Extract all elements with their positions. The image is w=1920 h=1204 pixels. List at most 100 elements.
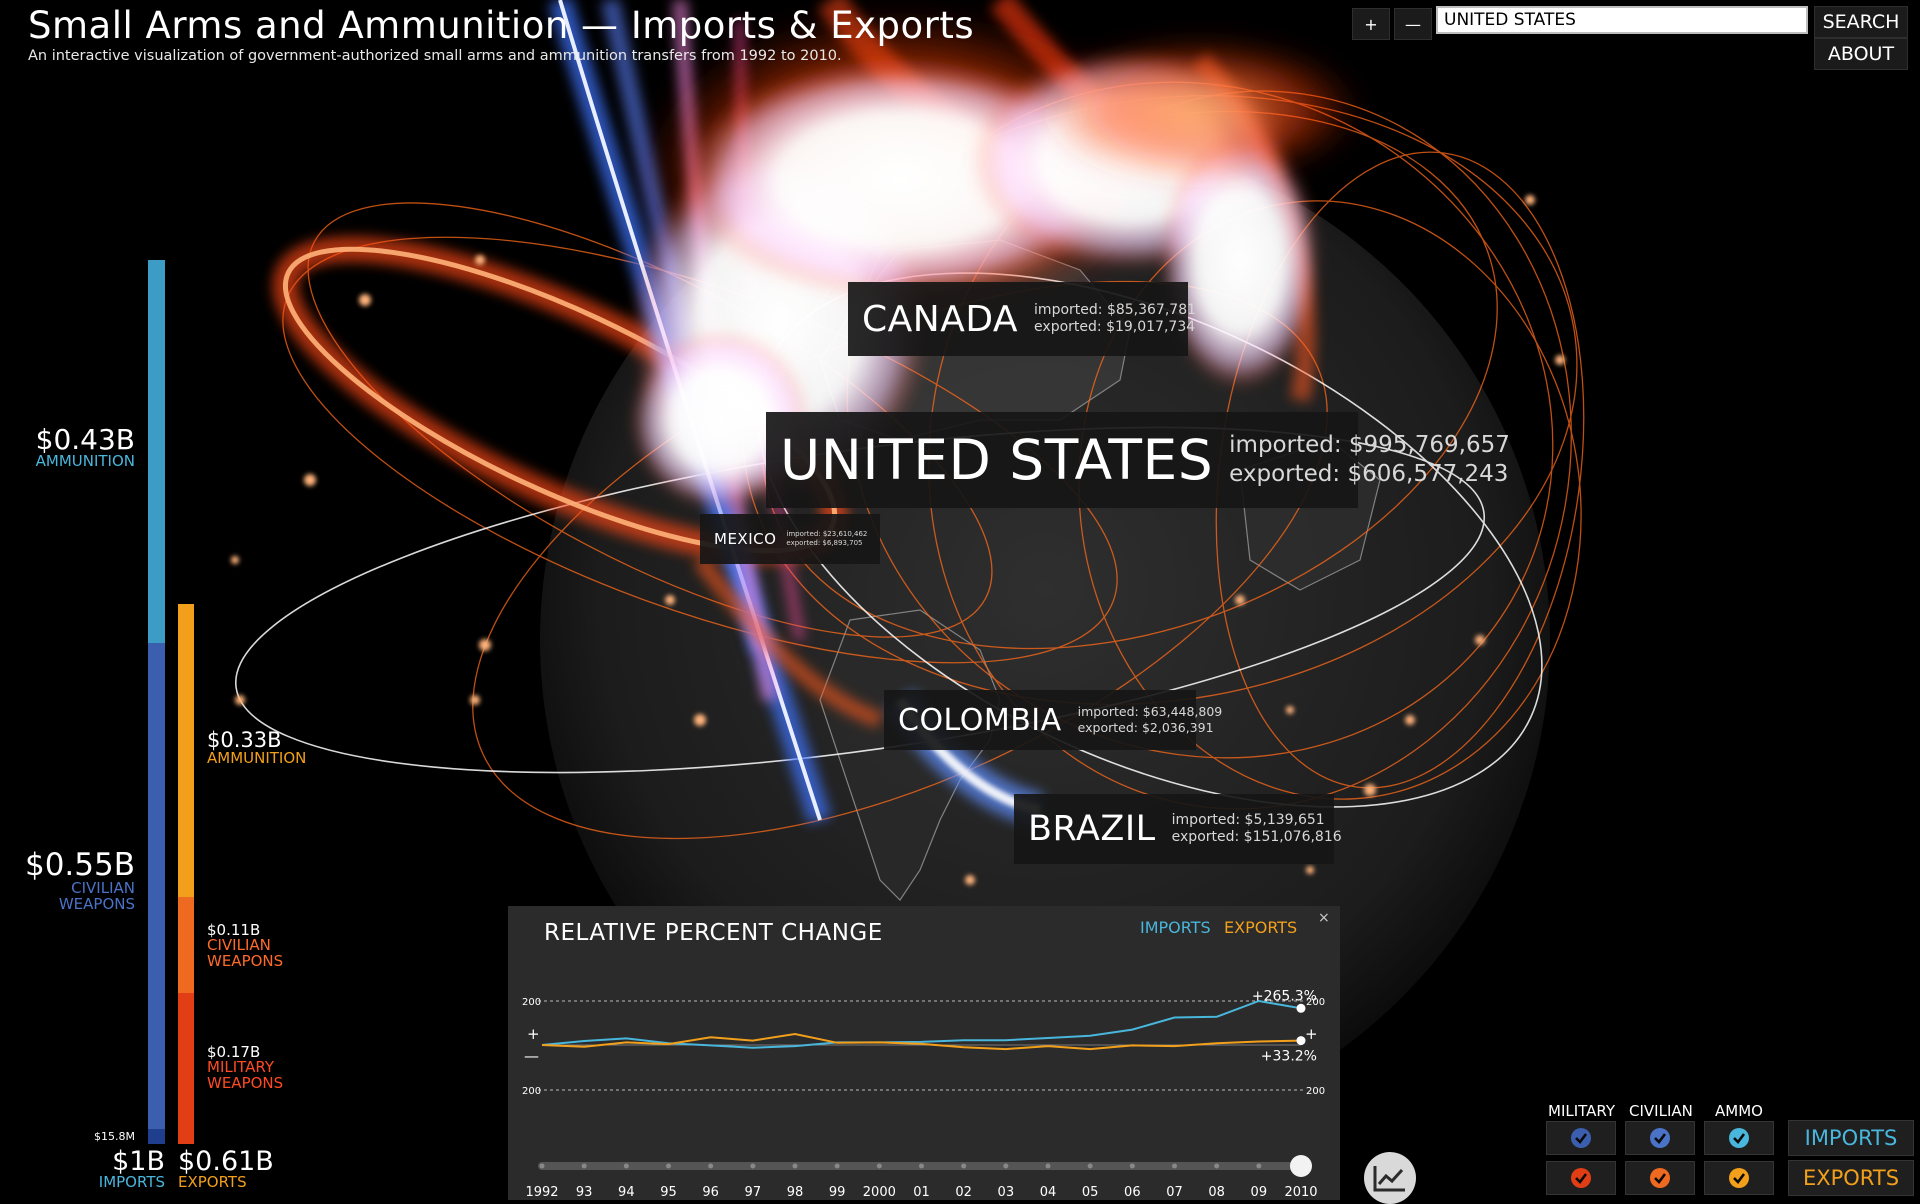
country-imported: imported: $63,448,809 xyxy=(1078,704,1223,719)
exports-military-segment[interactable] xyxy=(178,993,194,1144)
exports-toggle-button[interactable]: EXPORTS xyxy=(1788,1160,1914,1196)
grid-label-left-bottom: 200 xyxy=(522,1086,541,1097)
imports-civilian-category: CIVILIANWEAPONS xyxy=(25,881,135,913)
imports-ammunition-value: $0.43B xyxy=(36,426,135,454)
checkmark-icon xyxy=(1649,1127,1671,1149)
timeline-tick[interactable] xyxy=(624,1164,629,1169)
timeline-handle[interactable] xyxy=(1290,1155,1312,1177)
minus-label-left: — xyxy=(524,1047,539,1065)
filter-military-heading: MILITARY xyxy=(1548,1102,1615,1120)
timeline-year-label: 99 xyxy=(829,1185,846,1200)
imports-ammunition-category: AMMUNITION xyxy=(36,454,135,470)
timeline-tick[interactable] xyxy=(540,1164,545,1169)
relative-change-panel: 200200200200+—++265.3%+33.2%199293949596… xyxy=(508,906,1340,1200)
exports-civilian-label: $0.11B CIVILIANWEAPONS xyxy=(207,923,283,970)
chart-toggle-button[interactable] xyxy=(1364,1152,1416,1204)
timeline-year-label: 93 xyxy=(576,1185,593,1200)
timeline-tick[interactable] xyxy=(1172,1164,1177,1169)
imports-total-label: IMPORTS xyxy=(99,1175,165,1191)
end-label-imports: +265.3% xyxy=(1252,988,1317,1004)
chart-title: RELATIVE PERCENT CHANGE xyxy=(544,920,883,946)
grid-label-left-top: 200 xyxy=(522,997,541,1008)
imports-military-segment[interactable] xyxy=(148,1129,165,1144)
country-imported: imported: $23,610,462 xyxy=(786,530,867,538)
filter-imports-civilian[interactable] xyxy=(1625,1121,1695,1155)
filter-exports-ammo[interactable] xyxy=(1704,1161,1774,1195)
imports-total-value: $1B xyxy=(99,1148,165,1175)
timeline-tick[interactable] xyxy=(750,1164,755,1169)
close-icon[interactable]: × xyxy=(1318,910,1330,926)
imports-civilian-segment[interactable] xyxy=(148,643,165,1129)
country-label-united-states[interactable]: UNITED STATES imported: $995,769,657 exp… xyxy=(766,412,1358,508)
legend-exports[interactable]: EXPORTS xyxy=(1224,918,1297,937)
app-title: Small Arms and Ammunition — Imports & Ex… xyxy=(28,4,974,47)
timeline-year-label: 09 xyxy=(1251,1185,1268,1200)
timeline-tick[interactable] xyxy=(1046,1164,1051,1169)
timeline-year-label: 08 xyxy=(1208,1185,1225,1200)
timeline-year-label: 05 xyxy=(1082,1185,1099,1200)
timeline-tick[interactable] xyxy=(666,1164,671,1169)
checkmark-icon xyxy=(1570,1167,1592,1189)
zoom-in-button[interactable]: + xyxy=(1352,8,1390,40)
timeline-year-label: 97 xyxy=(745,1185,762,1200)
country-label-mexico[interactable]: MEXICO imported: $23,610,462 exported: $… xyxy=(700,514,880,564)
exports-civilian-segment[interactable] xyxy=(178,897,194,993)
country-label-brazil[interactable]: BRAZIL imported: $5,139,651 exported: $1… xyxy=(1014,794,1334,864)
timeline-tick[interactable] xyxy=(793,1164,798,1169)
filter-exports-civilian[interactable] xyxy=(1625,1161,1695,1195)
end-label-exports: +33.2% xyxy=(1261,1049,1317,1065)
timeline-year-label: 98 xyxy=(787,1185,804,1200)
country-stats: imported: $63,448,809 exported: $2,036,3… xyxy=(1078,704,1223,735)
timeline-year-label: 03 xyxy=(998,1185,1015,1200)
filter-imports-ammo[interactable] xyxy=(1704,1121,1774,1155)
exports-military-category: MILITARYWEAPONS xyxy=(207,1060,283,1092)
timeline-tick[interactable] xyxy=(1003,1164,1008,1169)
filter-exports-military[interactable] xyxy=(1546,1161,1616,1195)
timeline-tick[interactable] xyxy=(1256,1164,1261,1169)
exports-ammunition-category: AMMUNITION xyxy=(207,751,306,767)
search-button[interactable]: SEARCH xyxy=(1814,6,1908,38)
timeline-year-label: 02 xyxy=(955,1185,972,1200)
country-name: BRAZIL xyxy=(1028,809,1156,849)
timeline-tick[interactable] xyxy=(961,1164,966,1169)
about-button[interactable]: ABOUT xyxy=(1814,38,1908,70)
legend-imports[interactable]: IMPORTS xyxy=(1140,918,1211,937)
timeline-tick[interactable] xyxy=(835,1164,840,1169)
country-label-colombia[interactable]: COLOMBIA imported: $63,448,809 exported:… xyxy=(884,690,1196,750)
country-imported: imported: $5,139,651 xyxy=(1172,812,1325,828)
exports-ammunition-segment[interactable] xyxy=(178,604,194,897)
country-name: COLOMBIA xyxy=(898,703,1062,738)
filter-civilian-heading: CIVILIAN xyxy=(1629,1102,1693,1120)
country-stats: imported: $85,367,781 exported: $19,017,… xyxy=(1034,302,1196,337)
timeline-tick[interactable] xyxy=(1130,1164,1135,1169)
filter-imports-military[interactable] xyxy=(1546,1121,1616,1155)
timeline-year-label: 06 xyxy=(1124,1185,1141,1200)
country-name: UNITED STATES xyxy=(780,428,1213,492)
country-name: MEXICO xyxy=(714,530,776,548)
zoom-out-button[interactable]: — xyxy=(1394,8,1432,40)
timeline-tick[interactable] xyxy=(877,1164,882,1169)
app-subtitle: An interactive visualization of governme… xyxy=(28,48,842,64)
imports-total: $1B IMPORTS xyxy=(99,1148,165,1191)
timeline-tick[interactable] xyxy=(1214,1164,1219,1169)
end-point-imports xyxy=(1297,1004,1306,1013)
timeline-tick[interactable] xyxy=(1088,1164,1093,1169)
imports-ammunition-segment[interactable] xyxy=(148,260,165,643)
checkmark-icon xyxy=(1728,1127,1750,1149)
timeline-year-label: 94 xyxy=(618,1185,635,1200)
timeline-year-label: 07 xyxy=(1166,1185,1183,1200)
country-label-canada[interactable]: CANADA imported: $85,367,781 exported: $… xyxy=(848,282,1188,356)
timeline-year-label: 04 xyxy=(1040,1185,1057,1200)
grid-label-right-bottom: 200 xyxy=(1306,1086,1325,1097)
timeline-tick[interactable] xyxy=(582,1164,587,1169)
timeline-tick[interactable] xyxy=(919,1164,924,1169)
exports-civilian-category: CIVILIANWEAPONS xyxy=(207,938,283,970)
exports-military-label: $0.17B MILITARYWEAPONS xyxy=(207,1045,283,1092)
end-point-exports xyxy=(1297,1036,1306,1045)
imports-civilian-value: $0.55B xyxy=(25,850,135,881)
imports-toggle-button[interactable]: IMPORTS xyxy=(1788,1120,1914,1156)
plus-label-left: + xyxy=(527,1025,540,1043)
checkmark-icon xyxy=(1649,1167,1671,1189)
timeline-tick[interactable] xyxy=(708,1164,713,1169)
search-input[interactable] xyxy=(1436,6,1808,34)
